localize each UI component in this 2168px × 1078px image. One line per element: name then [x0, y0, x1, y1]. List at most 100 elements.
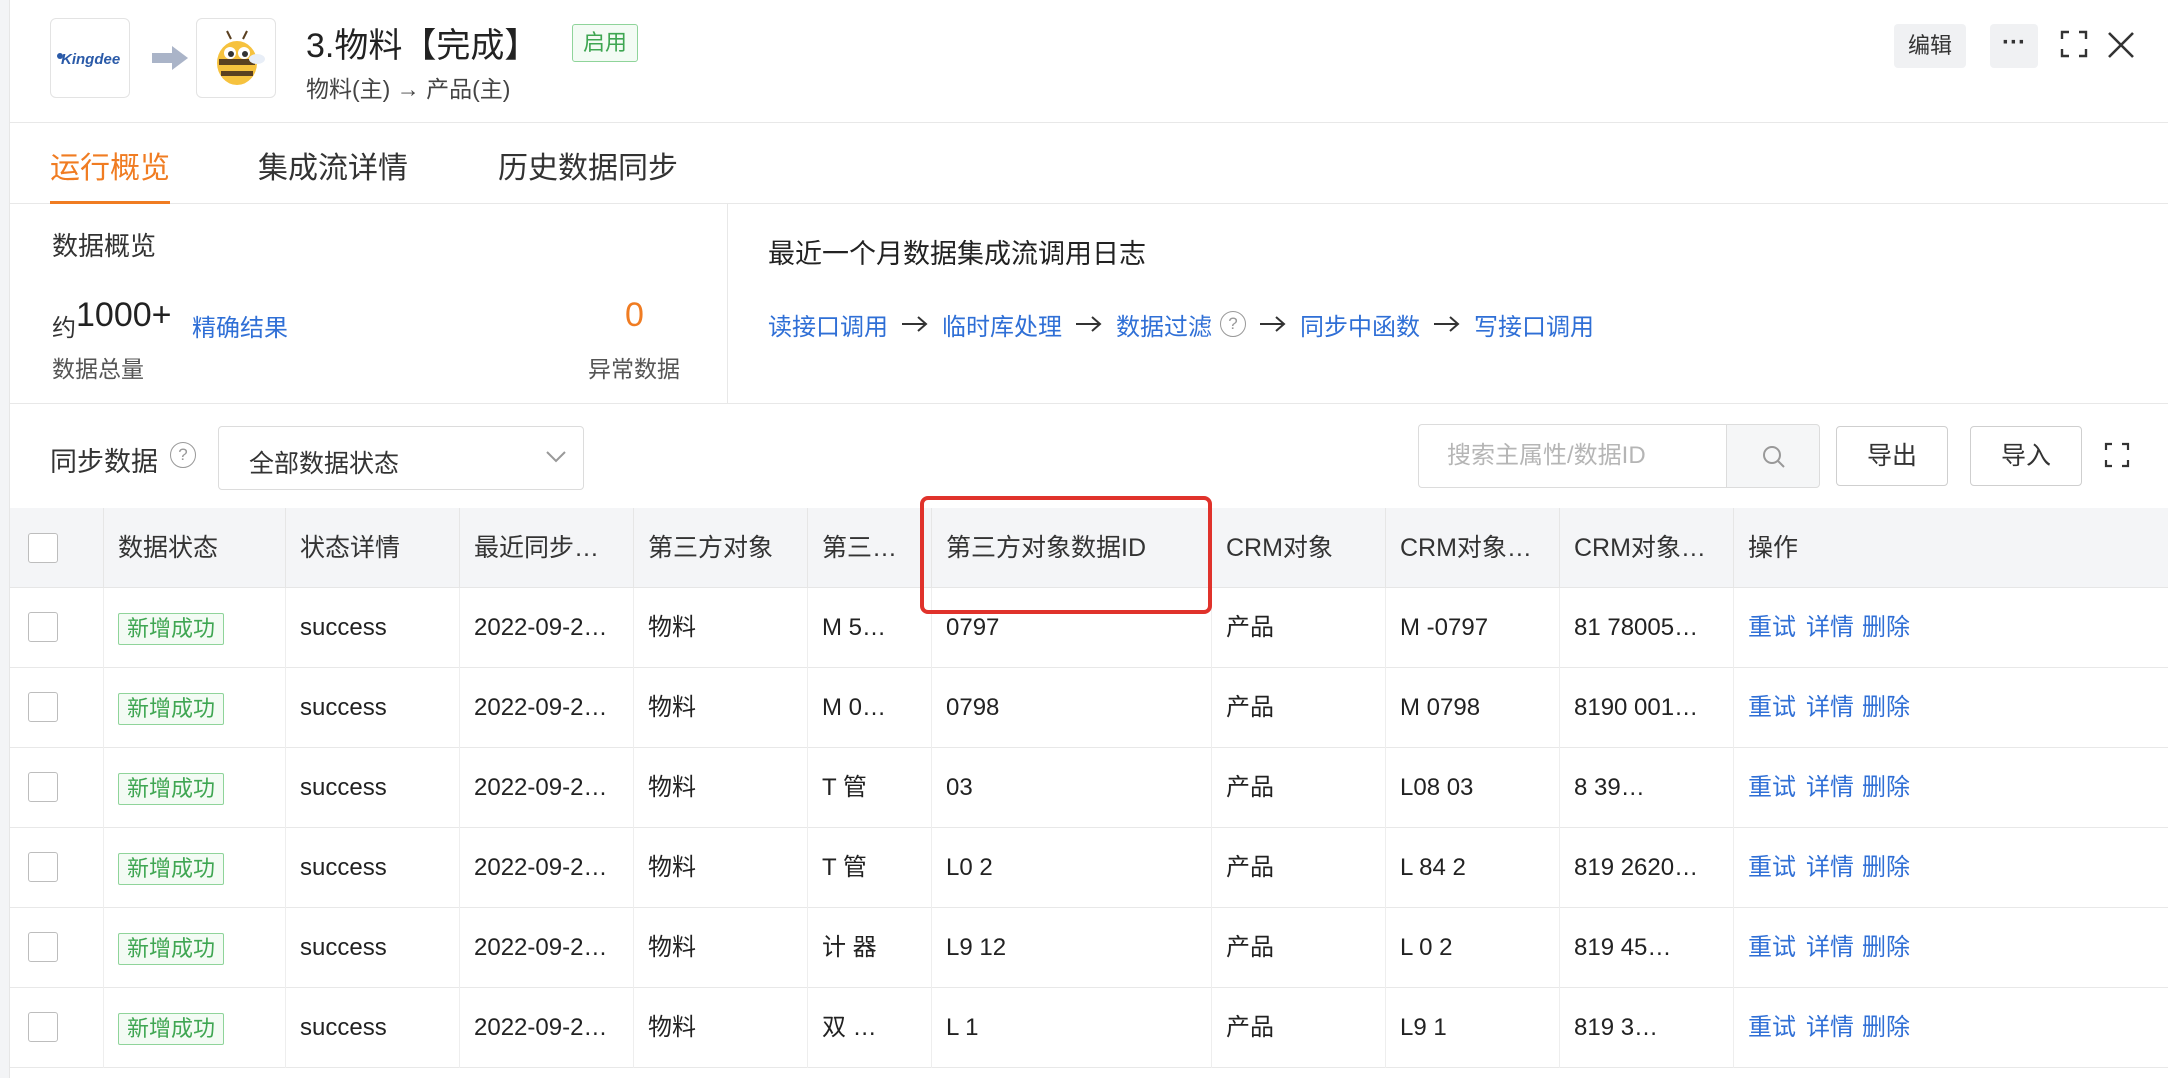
third-object-cell: 物料: [634, 748, 808, 828]
tab-run-overview[interactable]: 运行概览: [50, 143, 170, 204]
table-row: 新增成功 success 2022-09-2… 物料 T 管 L0 2 产品 L 84 2 81…: [10, 828, 2168, 908]
row-checkbox[interactable]: [28, 852, 58, 882]
edit-button[interactable]: 编辑: [1894, 24, 1966, 68]
pipeline-steps: 读接口调用 临时库处理 数据过滤 ? 同步中函数 写接口调用: [768, 304, 1594, 344]
total-label: 数据总量: [52, 356, 144, 382]
third-object-id-cell: L9 12: [932, 908, 1212, 988]
col-crm-name[interactable]: CRM对象…: [1386, 508, 1560, 588]
third-object-id-cell: L 1: [932, 988, 1212, 1068]
step-write-api[interactable]: 写接口调用: [1474, 307, 1594, 342]
row-select-cell: [10, 988, 104, 1068]
third-object-cell: 物料: [634, 828, 808, 908]
fullscreen-icon[interactable]: [2104, 442, 2130, 468]
third-name-cell: T 管: [808, 828, 932, 908]
details-link[interactable]: 详情: [1806, 668, 1854, 748]
help-icon[interactable]: ?: [170, 442, 196, 468]
retry-link[interactable]: 重试: [1748, 588, 1796, 668]
delete-link[interactable]: 删除: [1862, 668, 1910, 748]
retry-link[interactable]: 重试: [1748, 988, 1796, 1068]
row-checkbox[interactable]: [28, 692, 58, 722]
col-third-object[interactable]: 第三方对象: [634, 508, 808, 588]
details-link[interactable]: 详情: [1806, 588, 1854, 668]
integration-flow-drawer: Kingdee 3.物料【完成】 启用 物料(主) → 产品(主) 编辑 ···…: [10, 0, 2168, 1078]
row-checkbox[interactable]: [28, 772, 58, 802]
col-crm-object[interactable]: CRM对象: [1212, 508, 1386, 588]
crm-name-cell: M -0797: [1386, 588, 1560, 668]
details-link[interactable]: 详情: [1806, 828, 1854, 908]
col-third-name[interactable]: 第三…: [808, 508, 932, 588]
actions-cell: 重试 详情 删除: [1734, 668, 2168, 748]
third-name-cell: M 0…: [808, 668, 932, 748]
third-object-cell: 物料: [634, 988, 808, 1068]
select-all-checkbox[interactable]: [28, 533, 58, 563]
expand-icon[interactable]: [2060, 30, 2088, 58]
search-input[interactable]: [1418, 424, 1734, 488]
data-overview-title: 数据概览: [52, 231, 157, 261]
exact-result-link[interactable]: 精确结果: [192, 308, 288, 343]
details-link[interactable]: 详情: [1806, 908, 1854, 988]
crm-object-cell: 产品: [1212, 988, 1386, 1068]
retry-link[interactable]: 重试: [1748, 908, 1796, 988]
crm-object-cell: 产品: [1212, 588, 1386, 668]
sync-data-table: 数据状态 状态详情 最近同步… 第三方对象 第三… 第三方对象数据ID CRM对…: [10, 508, 2168, 1078]
sync-data-label: 同步数据: [50, 447, 158, 477]
col-data-status[interactable]: 数据状态: [104, 508, 286, 588]
third-name-cell: M 5…: [808, 588, 932, 668]
export-button[interactable]: 导出: [1836, 426, 1948, 486]
retry-link[interactable]: 重试: [1748, 828, 1796, 908]
retry-link[interactable]: 重试: [1748, 748, 1796, 828]
status-badge: 新增成功: [118, 1012, 225, 1045]
crm-id-cell: 8190 001…: [1560, 668, 1734, 748]
sync-data-toolbar: 同步数据 ? 全部数据状态 导出 导入: [10, 404, 2168, 508]
row-select-cell: [10, 908, 104, 988]
delete-link[interactable]: 删除: [1862, 988, 1910, 1068]
table-row: 新增成功 success 2022-09-2… 物料 M 5… 0797 产品 M -0797…: [10, 588, 2168, 668]
retry-link[interactable]: 重试: [1748, 668, 1796, 748]
tab-history-sync[interactable]: 历史数据同步: [498, 143, 678, 204]
row-checkbox[interactable]: [28, 1012, 58, 1042]
status-badge: 新增成功: [118, 772, 225, 805]
help-icon[interactable]: ?: [1220, 311, 1246, 337]
step-temp-store[interactable]: 临时库处理: [942, 307, 1062, 342]
status-filter-select[interactable]: 全部数据状态: [218, 426, 584, 490]
drawer-header: Kingdee 3.物料【完成】 启用 物料(主) → 产品(主) 编辑 ···: [10, 0, 2168, 123]
crm-object-cell: 产品: [1212, 668, 1386, 748]
table-row: 新增成功 success 2022-09-2… 物料 T 管 03 产品 L08 03 8 39…: [10, 748, 2168, 828]
delete-link[interactable]: 删除: [1862, 588, 1910, 668]
search-button[interactable]: [1726, 424, 1820, 488]
col-last-sync[interactable]: 最近同步…: [460, 508, 634, 588]
import-button[interactable]: 导入: [1970, 426, 2082, 486]
third-object-id-cell: L0 2: [932, 828, 1212, 908]
kingdee-logo-text: Kingdee: [61, 51, 121, 68]
details-link[interactable]: 详情: [1806, 988, 1854, 1068]
actions-cell: 重试 详情 删除: [1734, 588, 2168, 668]
col-crm-id[interactable]: CRM对象…: [1560, 508, 1734, 588]
arrow-right-icon: [1434, 316, 1460, 332]
actions-cell: 重试 详情 删除: [1734, 908, 2168, 988]
more-button[interactable]: ···: [1990, 24, 2038, 68]
total-count: 1000+: [76, 296, 172, 334]
row-select-cell: [10, 828, 104, 908]
abnormal-count[interactable]: 0: [625, 296, 644, 335]
col-third-object-id[interactable]: 第三方对象数据ID: [932, 508, 1212, 588]
row-checkbox[interactable]: [28, 612, 58, 642]
details-link[interactable]: 详情: [1806, 748, 1854, 828]
delete-link[interactable]: 删除: [1862, 748, 1910, 828]
data-status-cell: 新增成功: [104, 748, 286, 828]
delete-link[interactable]: 删除: [1862, 828, 1910, 908]
row-select-cell: [10, 668, 104, 748]
data-status-cell: 新增成功: [104, 828, 286, 908]
status-badge: 启用: [572, 24, 639, 62]
step-data-filter[interactable]: 数据过滤: [1116, 307, 1212, 342]
col-status-detail[interactable]: 状态详情: [286, 508, 460, 588]
status-detail-cell: success: [286, 748, 460, 828]
step-sync-function[interactable]: 同步中函数: [1300, 307, 1420, 342]
tab-flow-details[interactable]: 集成流详情: [258, 143, 408, 204]
last-sync-cell: 2022-09-2…: [460, 748, 634, 828]
step-read-api[interactable]: 读接口调用: [768, 307, 888, 342]
row-checkbox[interactable]: [28, 932, 58, 962]
delete-link[interactable]: 删除: [1862, 908, 1910, 988]
close-icon[interactable]: [2104, 28, 2138, 62]
col-actions: 操作: [1748, 534, 1799, 562]
row-select-cell: [10, 588, 104, 668]
